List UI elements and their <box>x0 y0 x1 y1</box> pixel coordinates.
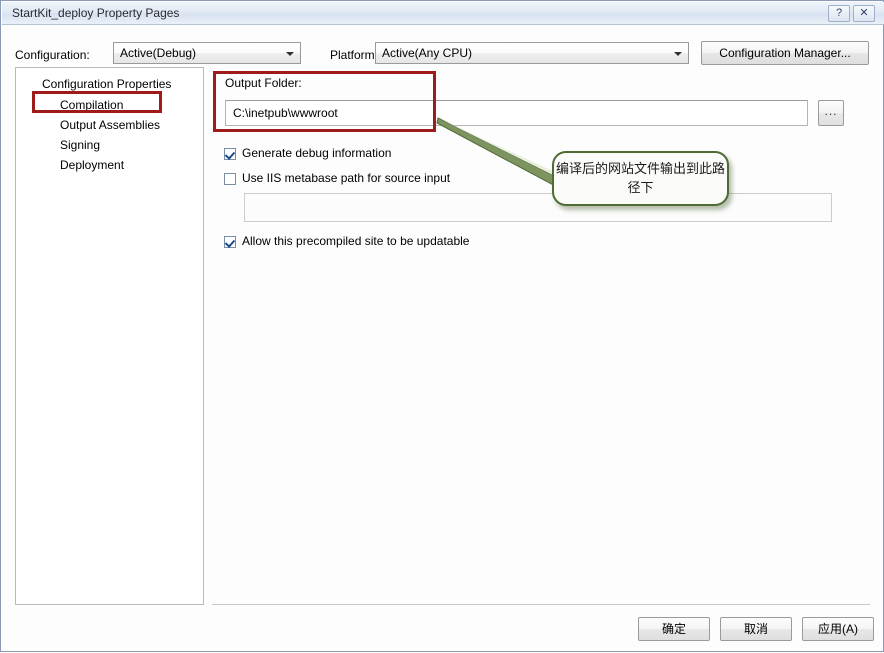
platform-value: Active(Any CPU) <box>382 46 472 60</box>
cancel-button[interactable]: 取消 <box>720 617 792 641</box>
use-iis-metabase-path-checkbox[interactable] <box>224 173 236 185</box>
configuration-tree-panel[interactable]: Configuration Properties Compilation Out… <box>15 67 204 605</box>
ok-button[interactable]: 确定 <box>638 617 710 641</box>
configuration-manager-button[interactable]: Configuration Manager... <box>701 41 869 65</box>
callout-text: 编译后的网站文件输出到此路径下 <box>554 160 727 198</box>
configuration-label: Configuration: <box>15 48 90 62</box>
output-folder-input[interactable]: C:\inetpub\wwwroot <box>225 100 808 126</box>
allow-updatable-label: Allow this precompiled site to be updata… <box>242 234 469 248</box>
iis-metabase-path-input[interactable] <box>244 193 832 222</box>
close-icon[interactable]: ✕ <box>853 5 875 22</box>
window-title: StartKit_deploy Property Pages <box>12 6 179 20</box>
platform-dropdown[interactable]: Active(Any CPU) <box>375 42 689 64</box>
use-iis-metabase-path-label: Use IIS metabase path for source input <box>242 171 450 185</box>
allow-updatable-checkbox[interactable] <box>224 236 236 248</box>
browse-button[interactable]: ... <box>818 100 844 126</box>
tree-root-configuration-properties[interactable]: Configuration Properties <box>42 77 171 91</box>
title-bar: StartKit_deploy Property Pages ? ✕ <box>2 2 884 25</box>
generate-debug-information-checkbox[interactable] <box>224 148 236 160</box>
chevron-down-icon <box>674 52 682 56</box>
output-folder-value: C:\inetpub\wwwroot <box>233 106 338 120</box>
callout-bubble: 编译后的网站文件输出到此路径下 <box>552 151 729 206</box>
apply-button[interactable]: 应用(A) <box>802 617 874 641</box>
sidebar-item-deployment[interactable]: Deployment <box>60 158 124 172</box>
configuration-dropdown[interactable]: Active(Debug) <box>113 42 301 64</box>
property-pages-dialog: StartKit_deploy Property Pages ? ✕ Confi… <box>0 0 884 652</box>
help-icon[interactable]: ? <box>828 5 850 22</box>
chevron-down-icon <box>286 52 294 56</box>
sidebar-item-output-assemblies[interactable]: Output Assemblies <box>60 118 160 132</box>
footer-divider <box>212 604 870 605</box>
platform-label: Platform: <box>330 48 378 62</box>
output-folder-label: Output Folder: <box>225 76 302 90</box>
sidebar-item-signing[interactable]: Signing <box>60 138 100 152</box>
sidebar-item-compilation[interactable]: Compilation <box>60 98 123 112</box>
configuration-value: Active(Debug) <box>120 46 196 60</box>
generate-debug-information-label: Generate debug information <box>242 146 391 160</box>
